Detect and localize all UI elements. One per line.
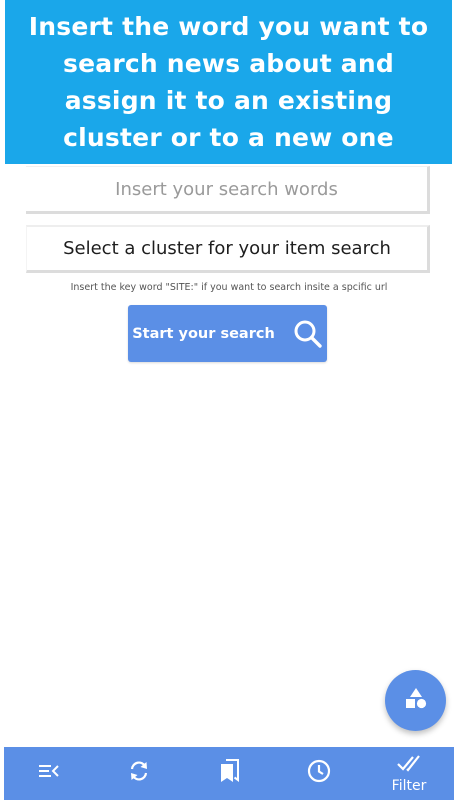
refresh-icon — [128, 760, 150, 787]
site-keyword-hint: Insert the key word "SITE:" if you want … — [70, 282, 388, 293]
search-words-field[interactable] — [26, 166, 430, 214]
nav-bookmarks[interactable] — [199, 747, 259, 800]
search-icon — [293, 319, 323, 349]
add-cluster-fab[interactable] — [385, 670, 446, 731]
start-search-label: Start your search — [132, 325, 275, 342]
start-search-button[interactable]: Start your search — [128, 305, 327, 362]
cluster-select[interactable]: Select a cluster for your item search — [26, 225, 430, 273]
check-all-icon — [396, 753, 422, 778]
nav-menu[interactable] — [19, 747, 79, 800]
shapes-icon — [404, 687, 428, 714]
nav-history[interactable] — [289, 747, 349, 800]
nav-refresh[interactable] — [109, 747, 169, 800]
instruction-text: Insert the word you want to search news … — [28, 12, 429, 152]
clock-icon — [307, 759, 331, 788]
bottom-navigation: Filter — [4, 747, 454, 800]
filter-label: Filter — [391, 778, 427, 794]
bookmarks-icon — [218, 759, 240, 788]
search-input[interactable] — [26, 167, 427, 211]
cluster-select-label: Select a cluster for your item search — [63, 238, 391, 259]
nav-filter[interactable]: Filter — [379, 747, 439, 800]
menu-collapse-icon — [38, 763, 60, 784]
instruction-banner: Insert the word you want to search news … — [5, 0, 452, 164]
